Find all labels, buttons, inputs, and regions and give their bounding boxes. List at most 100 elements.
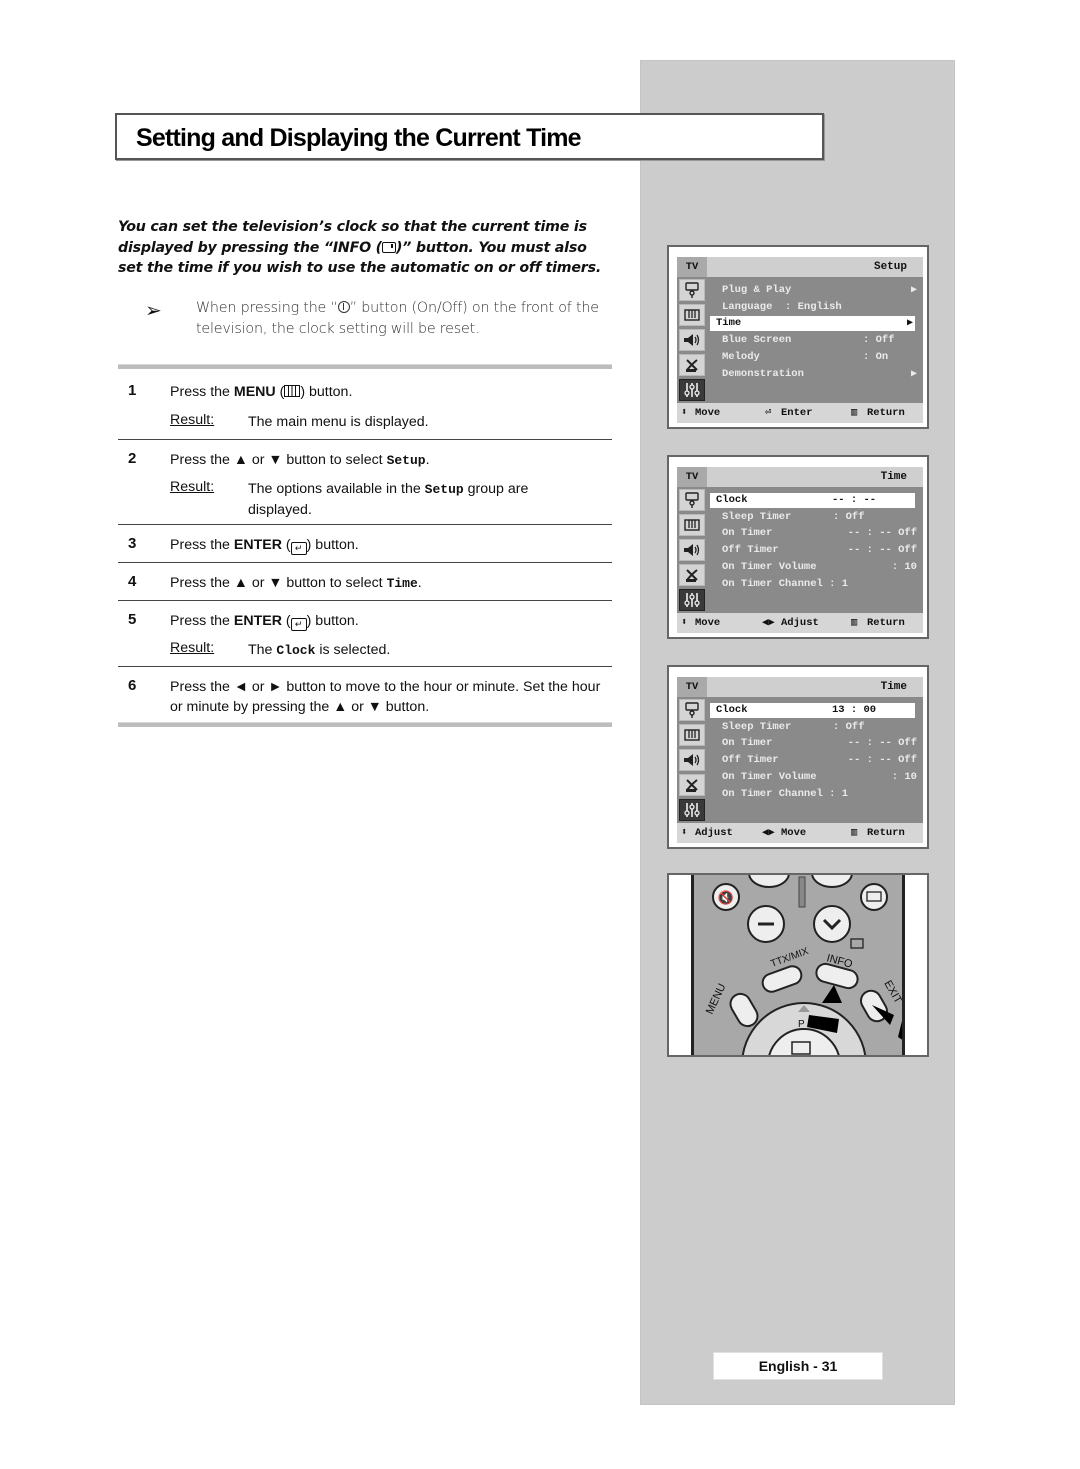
result-label: Result: (170, 412, 215, 428)
menu-item-blue-screen[interactable]: Blue Screen: Off (713, 333, 919, 348)
picture-icon[interactable] (679, 724, 705, 746)
p-label: P (798, 1019, 805, 1030)
channel-icon[interactable] (679, 354, 705, 376)
input-icon[interactable] (679, 699, 705, 721)
menu-item-label: Time (716, 317, 742, 329)
menu-item-on-timer[interactable]: On Timer -- : -- Off (713, 736, 919, 751)
ttx-mix-button (761, 965, 803, 993)
arrow-right-icon: ▶ (910, 369, 917, 380)
menu-label: MENU (704, 982, 729, 1016)
setup-icon[interactable] (679, 589, 705, 611)
menu-item-time[interactable]: Time ▶ (710, 316, 915, 331)
pip-icon (850, 938, 864, 949)
menu-icon: ▥ (851, 617, 858, 629)
osd-category-icons (677, 487, 707, 611)
step-number: 1 (128, 382, 137, 399)
menu-item-label: Off Timer (722, 544, 779, 556)
osd-tv-label: TV (677, 677, 707, 697)
text: The options available in the (248, 481, 425, 497)
menu-item-label: On Timer Channel : 1 (722, 578, 849, 590)
menu-item-sleep-timer[interactable]: Sleep Timer : Off (713, 510, 919, 525)
text: Press the ▲ or ▼ button to select (170, 452, 387, 468)
input-icon[interactable] (679, 489, 705, 511)
text: Press the (170, 613, 234, 629)
step-instruction: Press the ENTER (↵) button. (170, 611, 610, 631)
clock-value: -- : -- (832, 494, 877, 506)
step-2: 2 Press the ▲ or ▼ button to select Setu… (118, 440, 612, 524)
picture-icon[interactable] (679, 304, 705, 326)
enter-icon: ↵ (290, 618, 307, 631)
menu-item-value: : On (863, 351, 889, 363)
menu-item-value: -- : -- Off (847, 527, 917, 539)
channel-icon[interactable] (679, 564, 705, 586)
remote-buttons-graphic: 🔇 TTX/MIX INFO MENU EXIT P (704, 875, 902, 1055)
enter-key-label: ENTER (233, 537, 282, 553)
menu-item-value: : 10 (891, 561, 917, 573)
channel-icon[interactable] (679, 774, 705, 796)
text: ) button. (306, 613, 359, 629)
menu-item-demonstration[interactable]: Demonstration ▶ (713, 367, 919, 382)
setup-icon[interactable] (679, 799, 705, 821)
osd-footer: ⬍ Adjust ◀▶ Move ▥ Return (677, 823, 923, 843)
sound-icon[interactable] (679, 329, 705, 351)
menu-item-off-timer[interactable]: Off Timer -- : -- Off (713, 753, 919, 768)
setup-icon[interactable] (679, 379, 705, 401)
info-button (815, 962, 859, 990)
menu-item-label: On Timer Volume (722, 771, 817, 783)
osd-time-menu-unset: TV Time Clock -- : -- Sleep Timer: Off On… (667, 455, 929, 639)
sound-icon[interactable] (679, 539, 705, 561)
menu-item-language[interactable]: Language : English (713, 300, 919, 315)
steps-list: 1 Press the MENU () button. Result: The … (118, 364, 612, 727)
step-number: 2 (128, 450, 137, 467)
left-right-icon: ◀▶ (762, 617, 775, 629)
menu-item-label: Sleep Timer (722, 511, 792, 523)
pointer-bar-exit (898, 1021, 902, 1040)
time-term: Time (386, 576, 418, 591)
step-instruction: Press the ◄ or ► button to move to the h… (170, 679, 601, 715)
menu-item-on-timer[interactable]: On Timer -- : -- Off (713, 526, 919, 541)
arrow-right-icon: ▶ (910, 285, 917, 296)
setup-term: Setup (386, 453, 426, 468)
osd-footer: ⬍ Move ◀▶ Adjust ▥ Return (677, 613, 923, 633)
step-number: 6 (128, 677, 137, 694)
picture-icon[interactable] (679, 514, 705, 536)
step-1: 1 Press the MENU () button. Result: The … (118, 369, 612, 433)
step-instruction: Press the ENTER (↵) button. (170, 535, 610, 555)
footer-return-label: Return (867, 827, 905, 839)
power-icon (337, 301, 350, 313)
mute-icon: 🔇 (718, 890, 734, 906)
divider (118, 722, 612, 727)
result-label: Result: (170, 640, 215, 656)
menu-item-on-timer-volume[interactable]: On Timer Volume: 10 (713, 560, 919, 575)
menu-item-plug-and-play[interactable]: Plug & Play ▶ (713, 283, 919, 298)
footer-move-label: Move (695, 617, 721, 629)
menu-item-clock[interactable]: Clock -- : -- (710, 493, 915, 508)
step-5: 5 Press the ENTER (↵) button. Result: Th… (118, 601, 612, 666)
up-down-icon: ⬍ (681, 617, 688, 629)
input-icon[interactable] (679, 279, 705, 301)
menu-item-sleep-timer[interactable]: Sleep Timer: Off (713, 720, 919, 735)
menu-item-label: Off Timer (722, 754, 779, 766)
menu-item-label: Demonstration (722, 368, 804, 380)
text: ( (281, 537, 291, 553)
menu-item-on-timer-channel[interactable]: On Timer Channel : 1 (713, 787, 919, 802)
osd-title: Time (880, 471, 907, 483)
osd-header: TV Time (677, 677, 923, 697)
menu-item-on-timer-channel[interactable]: On Timer Channel : 1 (713, 577, 919, 592)
menu-item-label: Language : English (722, 301, 842, 313)
osd-setup-menu: TV Setup Plug & Play ▶ Language : English… (667, 245, 929, 429)
text: ( (275, 384, 285, 400)
menu-item-value: : Off (833, 511, 865, 523)
menu-item-on-timer-volume[interactable]: On Timer Volume: 10 (713, 770, 919, 785)
menu-item-clock[interactable]: Clock 13 : 00 (710, 703, 915, 718)
sound-icon[interactable] (679, 749, 705, 771)
menu-item-melody[interactable]: Melody: On (713, 350, 919, 365)
text: Press the (170, 384, 234, 400)
menu-item-off-timer[interactable]: Off Timer -- : -- Off (713, 543, 919, 558)
note-arrow-icon: ➢ (145, 300, 162, 322)
exit-label: EXIT (881, 979, 902, 1006)
footer-return-label: Return (867, 407, 905, 419)
text: Press the ▲ or ▼ button to select (170, 575, 387, 591)
step-instruction: Press the ▲ or ▼ button to select Setup. (170, 450, 610, 471)
osd-tv-label: TV (677, 257, 707, 277)
